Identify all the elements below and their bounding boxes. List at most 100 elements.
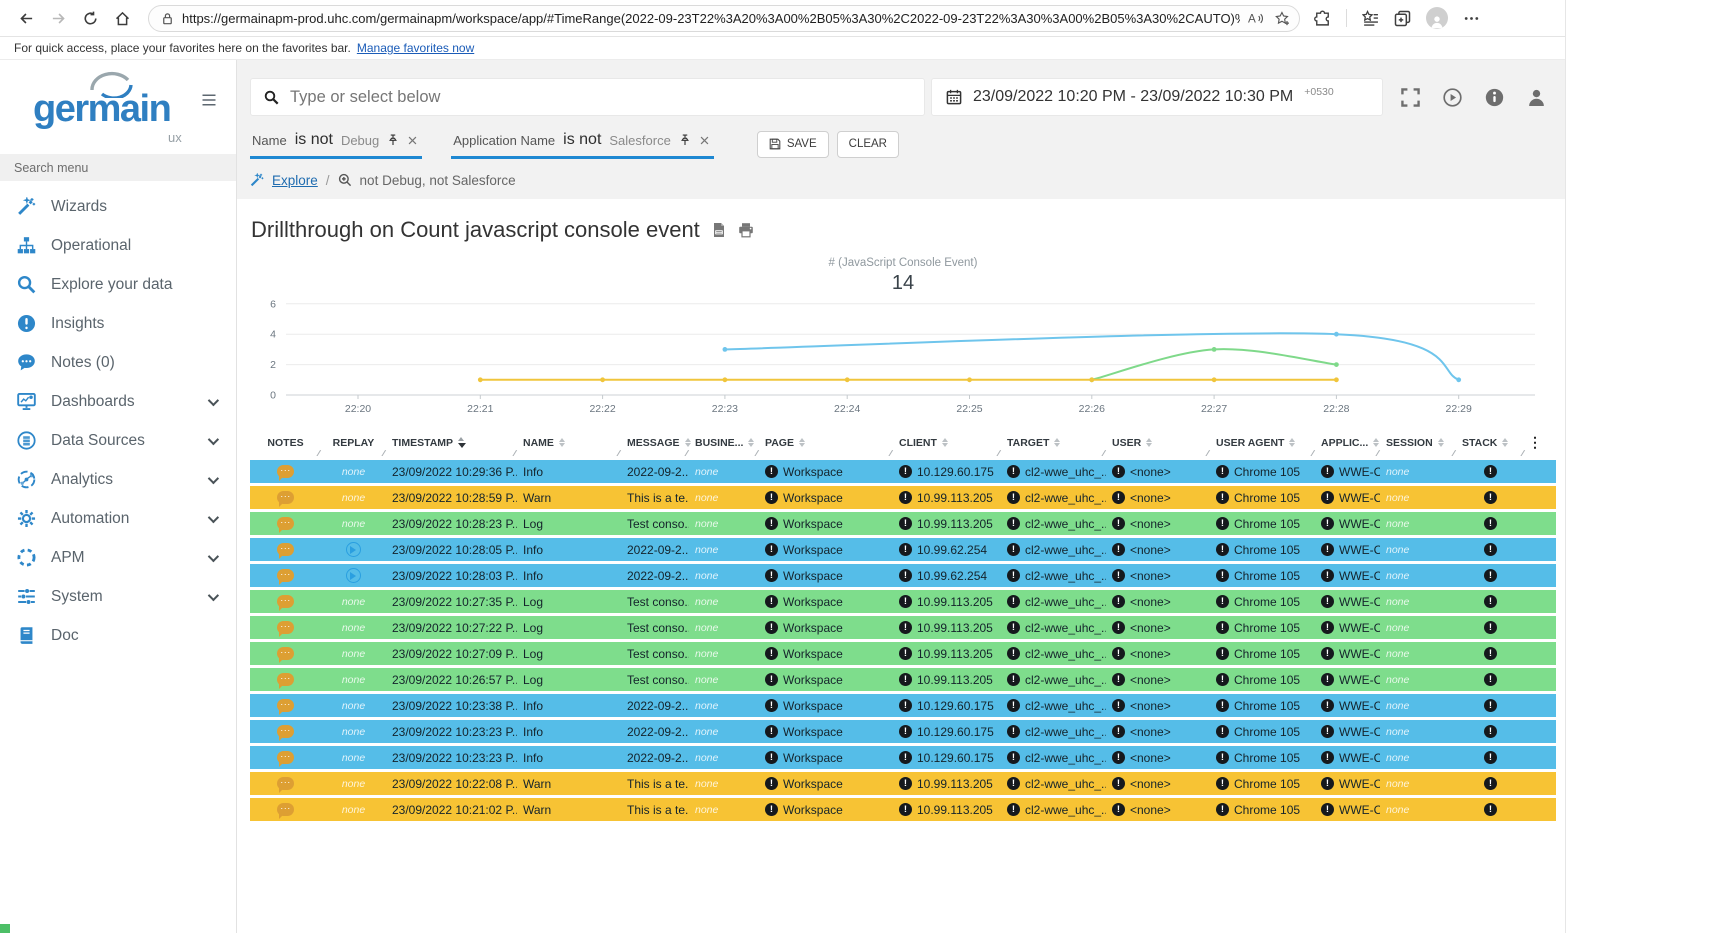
notes-icon[interactable]: ··· [277,621,294,634]
search-input[interactable] [290,88,911,107]
info-icon[interactable]: ! [1216,491,1229,504]
info-icon[interactable]: ! [1484,595,1497,608]
table-row[interactable]: ···none23/09/2022 10:28:59 P...WarnThis … [250,486,1556,509]
sidebar-item-doc[interactable]: Doc [0,616,236,655]
sidebar-item-analytics[interactable]: Analytics [0,460,236,499]
sidebar-search-input[interactable] [0,154,236,181]
date-range-picker[interactable]: 23/09/2022 10:20 PM - 23/09/2022 10:30 P… [931,78,1383,116]
info-icon[interactable]: ! [1007,803,1020,816]
info-icon[interactable]: ! [1112,517,1125,530]
table-row[interactable]: ···23/09/2022 10:28:03 P...Info2022-09-2… [250,564,1556,587]
sidebar-item-explore-your-data[interactable]: Explore your data [0,265,236,304]
info-icon[interactable]: ! [1112,595,1125,608]
read-aloud-icon[interactable]: A [1248,11,1263,26]
sort-icon[interactable] [458,437,466,448]
sidebar-item-notes-0[interactable]: Notes (0) [0,343,236,382]
lock-icon[interactable] [161,12,174,25]
info-icon[interactable]: ! [1484,699,1497,712]
info-icon[interactable]: ! [1216,543,1229,556]
home-button[interactable] [106,4,138,32]
sidebar-item-insights[interactable]: Insights [0,304,236,343]
info-icon[interactable]: ! [1007,517,1020,530]
info-icon[interactable]: ! [1112,465,1125,478]
info-icon[interactable]: ! [1484,621,1497,634]
info-icon[interactable]: ! [1112,491,1125,504]
table-row[interactable]: ···none23/09/2022 10:23:23 P...Info2022-… [250,720,1556,743]
address-bar[interactable]: https://germainapm-prod.uhc.com/germaina… [148,5,1300,32]
column-resize-handle[interactable]: ∕∕ [514,448,515,458]
breadcrumb-explore-link[interactable]: Explore [272,173,318,188]
play-icon[interactable] [1443,88,1462,107]
info-icon[interactable]: ! [1007,465,1020,478]
info-icon[interactable]: ! [765,647,778,660]
column-header-stack[interactable]: STACK∕∕ [1456,427,1525,458]
notes-icon[interactable]: ··· [277,803,294,816]
table-row[interactable]: ···none23/09/2022 10:27:09 P...LogTest c… [250,642,1556,665]
info-icon[interactable]: ! [1321,517,1334,530]
column-header-user[interactable]: USER∕∕ [1106,427,1210,458]
info-icon[interactable]: ! [1321,699,1334,712]
sort-icon[interactable] [1373,438,1379,448]
notes-icon[interactable]: ··· [277,543,294,556]
notes-icon[interactable]: ··· [277,699,294,712]
forward-button[interactable] [42,4,74,32]
manage-favorites-link[interactable]: Manage favorites now [357,41,474,55]
info-icon[interactable]: ! [765,595,778,608]
notes-icon[interactable]: ··· [277,673,294,686]
extensions-icon[interactable] [1314,10,1331,27]
info-icon[interactable]: ! [1216,725,1229,738]
browser-menu-icon[interactable] [1463,10,1480,27]
info-icon[interactable]: ! [1007,777,1020,790]
add-favorite-icon[interactable] [1275,11,1290,26]
sidebar-item-operational[interactable]: Operational [0,226,236,265]
info-icon[interactable]: ! [1007,595,1020,608]
sort-icon[interactable] [799,438,805,448]
refresh-button[interactable] [74,4,106,32]
sidebar-item-automation[interactable]: Automation [0,499,236,538]
info-icon[interactable]: ! [1007,543,1020,556]
info-icon[interactable]: ! [1321,751,1334,764]
sidebar-item-apm[interactable]: APM [0,538,236,577]
info-icon[interactable]: ! [899,777,912,790]
notes-icon[interactable]: ··· [277,647,294,660]
info-icon[interactable]: ! [1321,777,1334,790]
info-icon[interactable]: ! [1321,673,1334,686]
save-button[interactable]: SAVE [757,131,829,158]
info-icon[interactable]: ! [765,777,778,790]
table-row[interactable]: ···none23/09/2022 10:23:38 P...Info2022-… [250,694,1556,717]
info-icon[interactable]: ! [1216,777,1229,790]
info-icon[interactable]: ! [899,543,912,556]
sort-icon[interactable] [1054,438,1060,448]
info-icon[interactable]: ! [1007,725,1020,738]
info-icon[interactable]: ! [765,751,778,764]
table-row[interactable]: ···23/09/2022 10:28:05 P...Info2022-09-2… [250,538,1556,561]
column-header-timestamp[interactable]: TIMESTAMP∕∕ [386,427,517,458]
table-row[interactable]: ···none23/09/2022 10:22:08 P...WarnThis … [250,772,1556,795]
info-icon[interactable]: ! [765,699,778,712]
info-icon[interactable]: ! [1484,491,1497,504]
info-icon[interactable]: ! [1484,517,1497,530]
column-resize-handle[interactable]: ∕∕ [1312,448,1313,458]
replay-play-icon[interactable] [346,542,361,557]
info-icon[interactable]: ! [1484,751,1497,764]
info-icon[interactable]: ! [1216,699,1229,712]
column-resize-handle[interactable]: ∕∕ [1103,448,1104,458]
info-icon[interactable]: ! [1007,621,1020,634]
info-icon[interactable]: ! [765,569,778,582]
info-icon[interactable]: ! [765,491,778,504]
info-icon[interactable]: ! [1112,647,1125,660]
info-icon[interactable]: ! [1484,543,1497,556]
column-resize-handle[interactable]: ∕∕ [318,448,319,458]
info-icon[interactable]: ! [1112,569,1125,582]
info-icon[interactable]: ! [1484,725,1497,738]
table-row[interactable]: ···none23/09/2022 10:27:35 P...LogTest c… [250,590,1556,613]
info-icon[interactable]: ! [1112,699,1125,712]
notes-icon[interactable]: ··· [277,491,294,504]
info-icon[interactable]: ! [899,647,912,660]
close-icon[interactable] [699,135,710,146]
url-text[interactable]: https://germainapm-prod.uhc.com/germaina… [182,11,1240,26]
sort-icon[interactable] [1289,438,1295,448]
info-icon[interactable]: ! [899,595,912,608]
table-row[interactable]: ···none23/09/2022 10:23:23 P...Info2022-… [250,746,1556,769]
info-icon[interactable]: ! [899,465,912,478]
